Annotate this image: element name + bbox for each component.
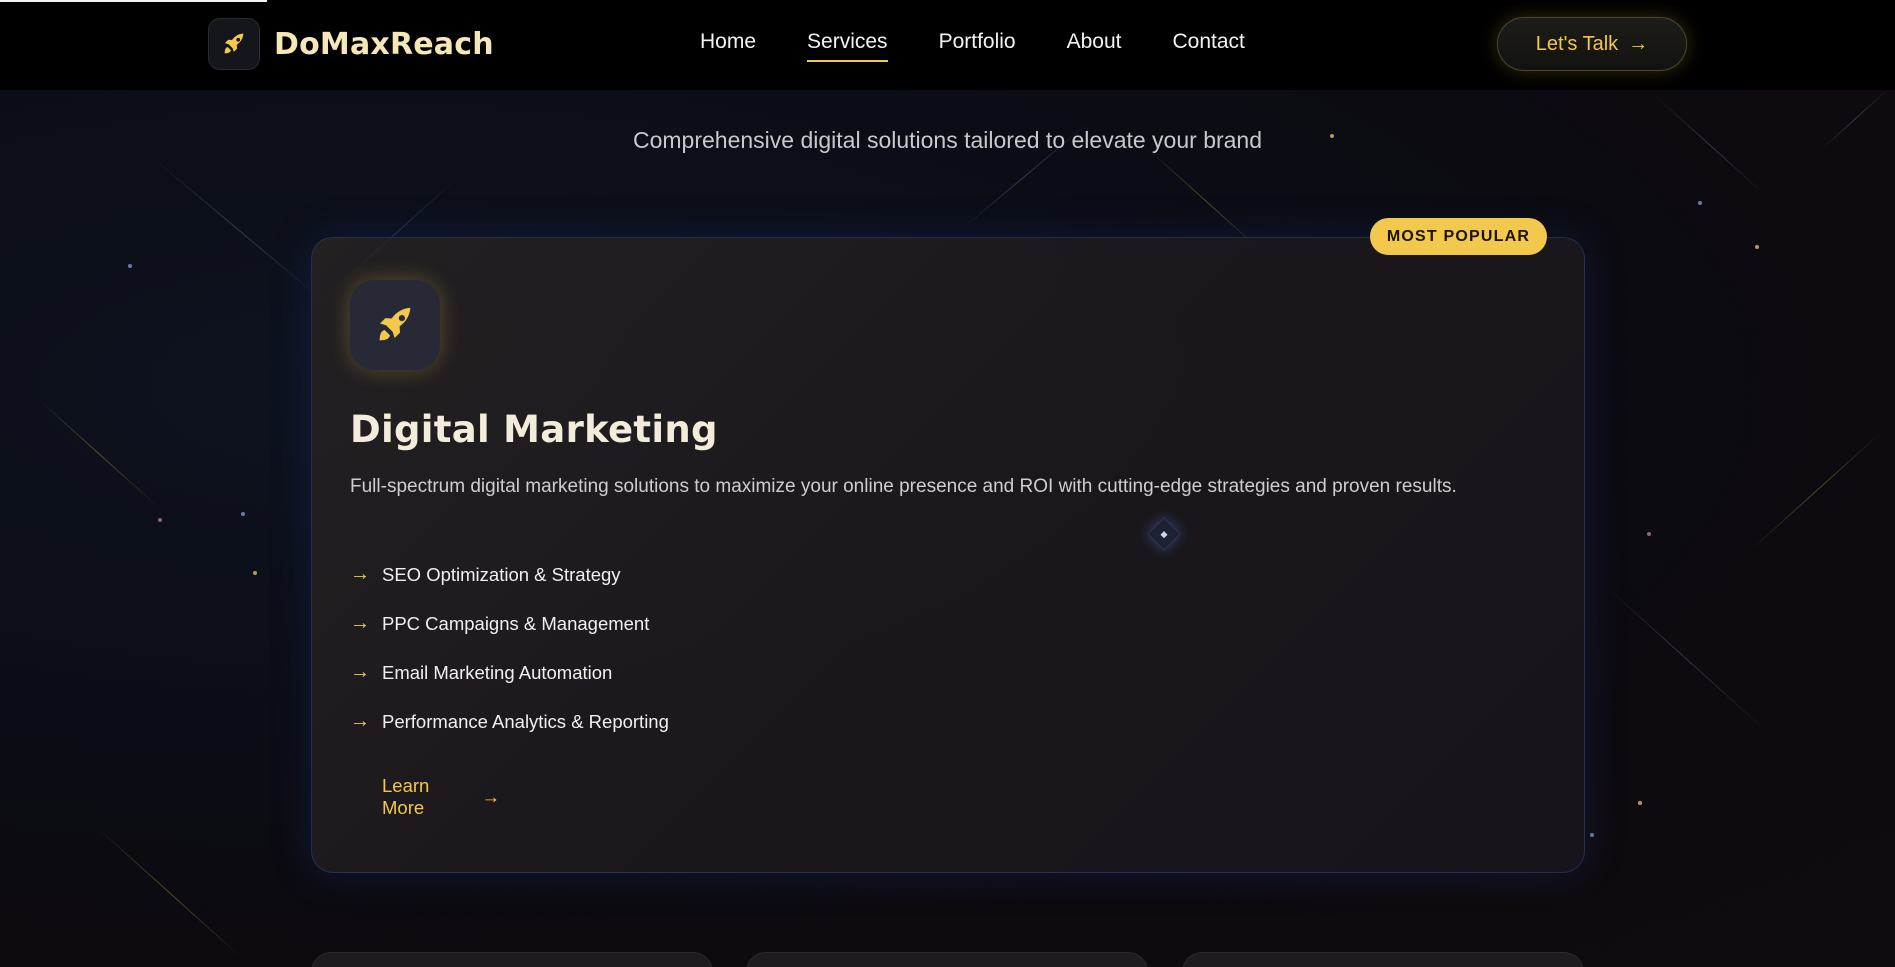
arrow-bullet-icon: → bbox=[350, 612, 370, 634]
background-line bbox=[149, 155, 327, 304]
background-dot bbox=[1638, 801, 1642, 805]
nav-link-portfolio[interactable]: Portfolio bbox=[939, 30, 1016, 60]
feature-text: Performance Analytics & Reporting bbox=[382, 710, 669, 732]
service-title: Digital Marketing bbox=[350, 408, 718, 451]
scroll-progress-bar bbox=[0, 0, 267, 2]
feature-item: → Email Marketing Automation bbox=[350, 648, 669, 697]
navbar: DoMaxReach Home Services Portfolio About… bbox=[0, 0, 1895, 90]
nav-link-about[interactable]: About bbox=[1067, 30, 1122, 60]
service-description: Full-spectrum digital marketing solution… bbox=[350, 476, 1457, 497]
nav-link-services[interactable]: Services bbox=[807, 30, 888, 62]
lets-talk-label: Let's Talk bbox=[1535, 32, 1619, 55]
rocket-icon bbox=[208, 18, 260, 70]
background-line bbox=[94, 825, 244, 960]
arrow-bullet-icon: → bbox=[350, 661, 370, 683]
arrow-bullet-icon: → bbox=[350, 563, 370, 585]
feature-item: → Performance Analytics & Reporting bbox=[350, 697, 669, 746]
background-line bbox=[1149, 150, 1262, 252]
feature-text: SEO Optimization & Strategy bbox=[382, 563, 621, 585]
brand-name: DoMaxReach bbox=[274, 26, 494, 62]
background-dot bbox=[158, 518, 162, 522]
arrow-right-icon: → bbox=[481, 786, 501, 807]
arrow-bullet-icon: → bbox=[350, 710, 370, 732]
background-dot bbox=[1647, 532, 1651, 536]
service-card-preview bbox=[746, 952, 1148, 967]
learn-more-button[interactable]: Learn More → bbox=[350, 773, 500, 821]
feature-text: Email Marketing Automation bbox=[382, 661, 613, 683]
rocket-icon bbox=[350, 280, 440, 370]
learn-more-label: Learn More bbox=[382, 775, 430, 818]
feature-list: → SEO Optimization & Strategy → PPC Camp… bbox=[350, 550, 669, 746]
background-line bbox=[1604, 585, 1769, 733]
nav-link-contact[interactable]: Contact bbox=[1173, 30, 1245, 60]
feature-item: → SEO Optimization & Strategy bbox=[350, 550, 669, 599]
nav-link-home[interactable]: Home bbox=[700, 30, 756, 60]
background-dot bbox=[128, 264, 132, 268]
background-dot bbox=[1698, 201, 1702, 205]
main-navigation: Home Services Portfolio About Contact bbox=[700, 30, 1296, 62]
section-subtitle: Comprehensive digital solutions tailored… bbox=[632, 127, 1263, 153]
service-card-preview bbox=[1182, 952, 1584, 967]
service-card-preview bbox=[311, 952, 713, 967]
background-dot bbox=[1590, 833, 1594, 837]
feature-item: → PPC Campaigns & Management bbox=[350, 599, 669, 648]
background-line bbox=[39, 400, 159, 508]
background-dot bbox=[253, 571, 257, 575]
background-dot bbox=[241, 512, 245, 516]
most-popular-badge: MOST POPULAR bbox=[1370, 218, 1547, 255]
background-line bbox=[1750, 429, 1885, 551]
brand-logo[interactable]: DoMaxReach bbox=[208, 18, 494, 70]
lets-talk-button[interactable]: Let's Talk → bbox=[1497, 17, 1687, 71]
service-card-digital-marketing: Digital Marketing Full-spectrum digital … bbox=[311, 237, 1585, 873]
feature-text: PPC Campaigns & Management bbox=[382, 612, 650, 634]
background-dot bbox=[1755, 245, 1759, 249]
arrow-right-icon: → bbox=[1628, 32, 1649, 55]
